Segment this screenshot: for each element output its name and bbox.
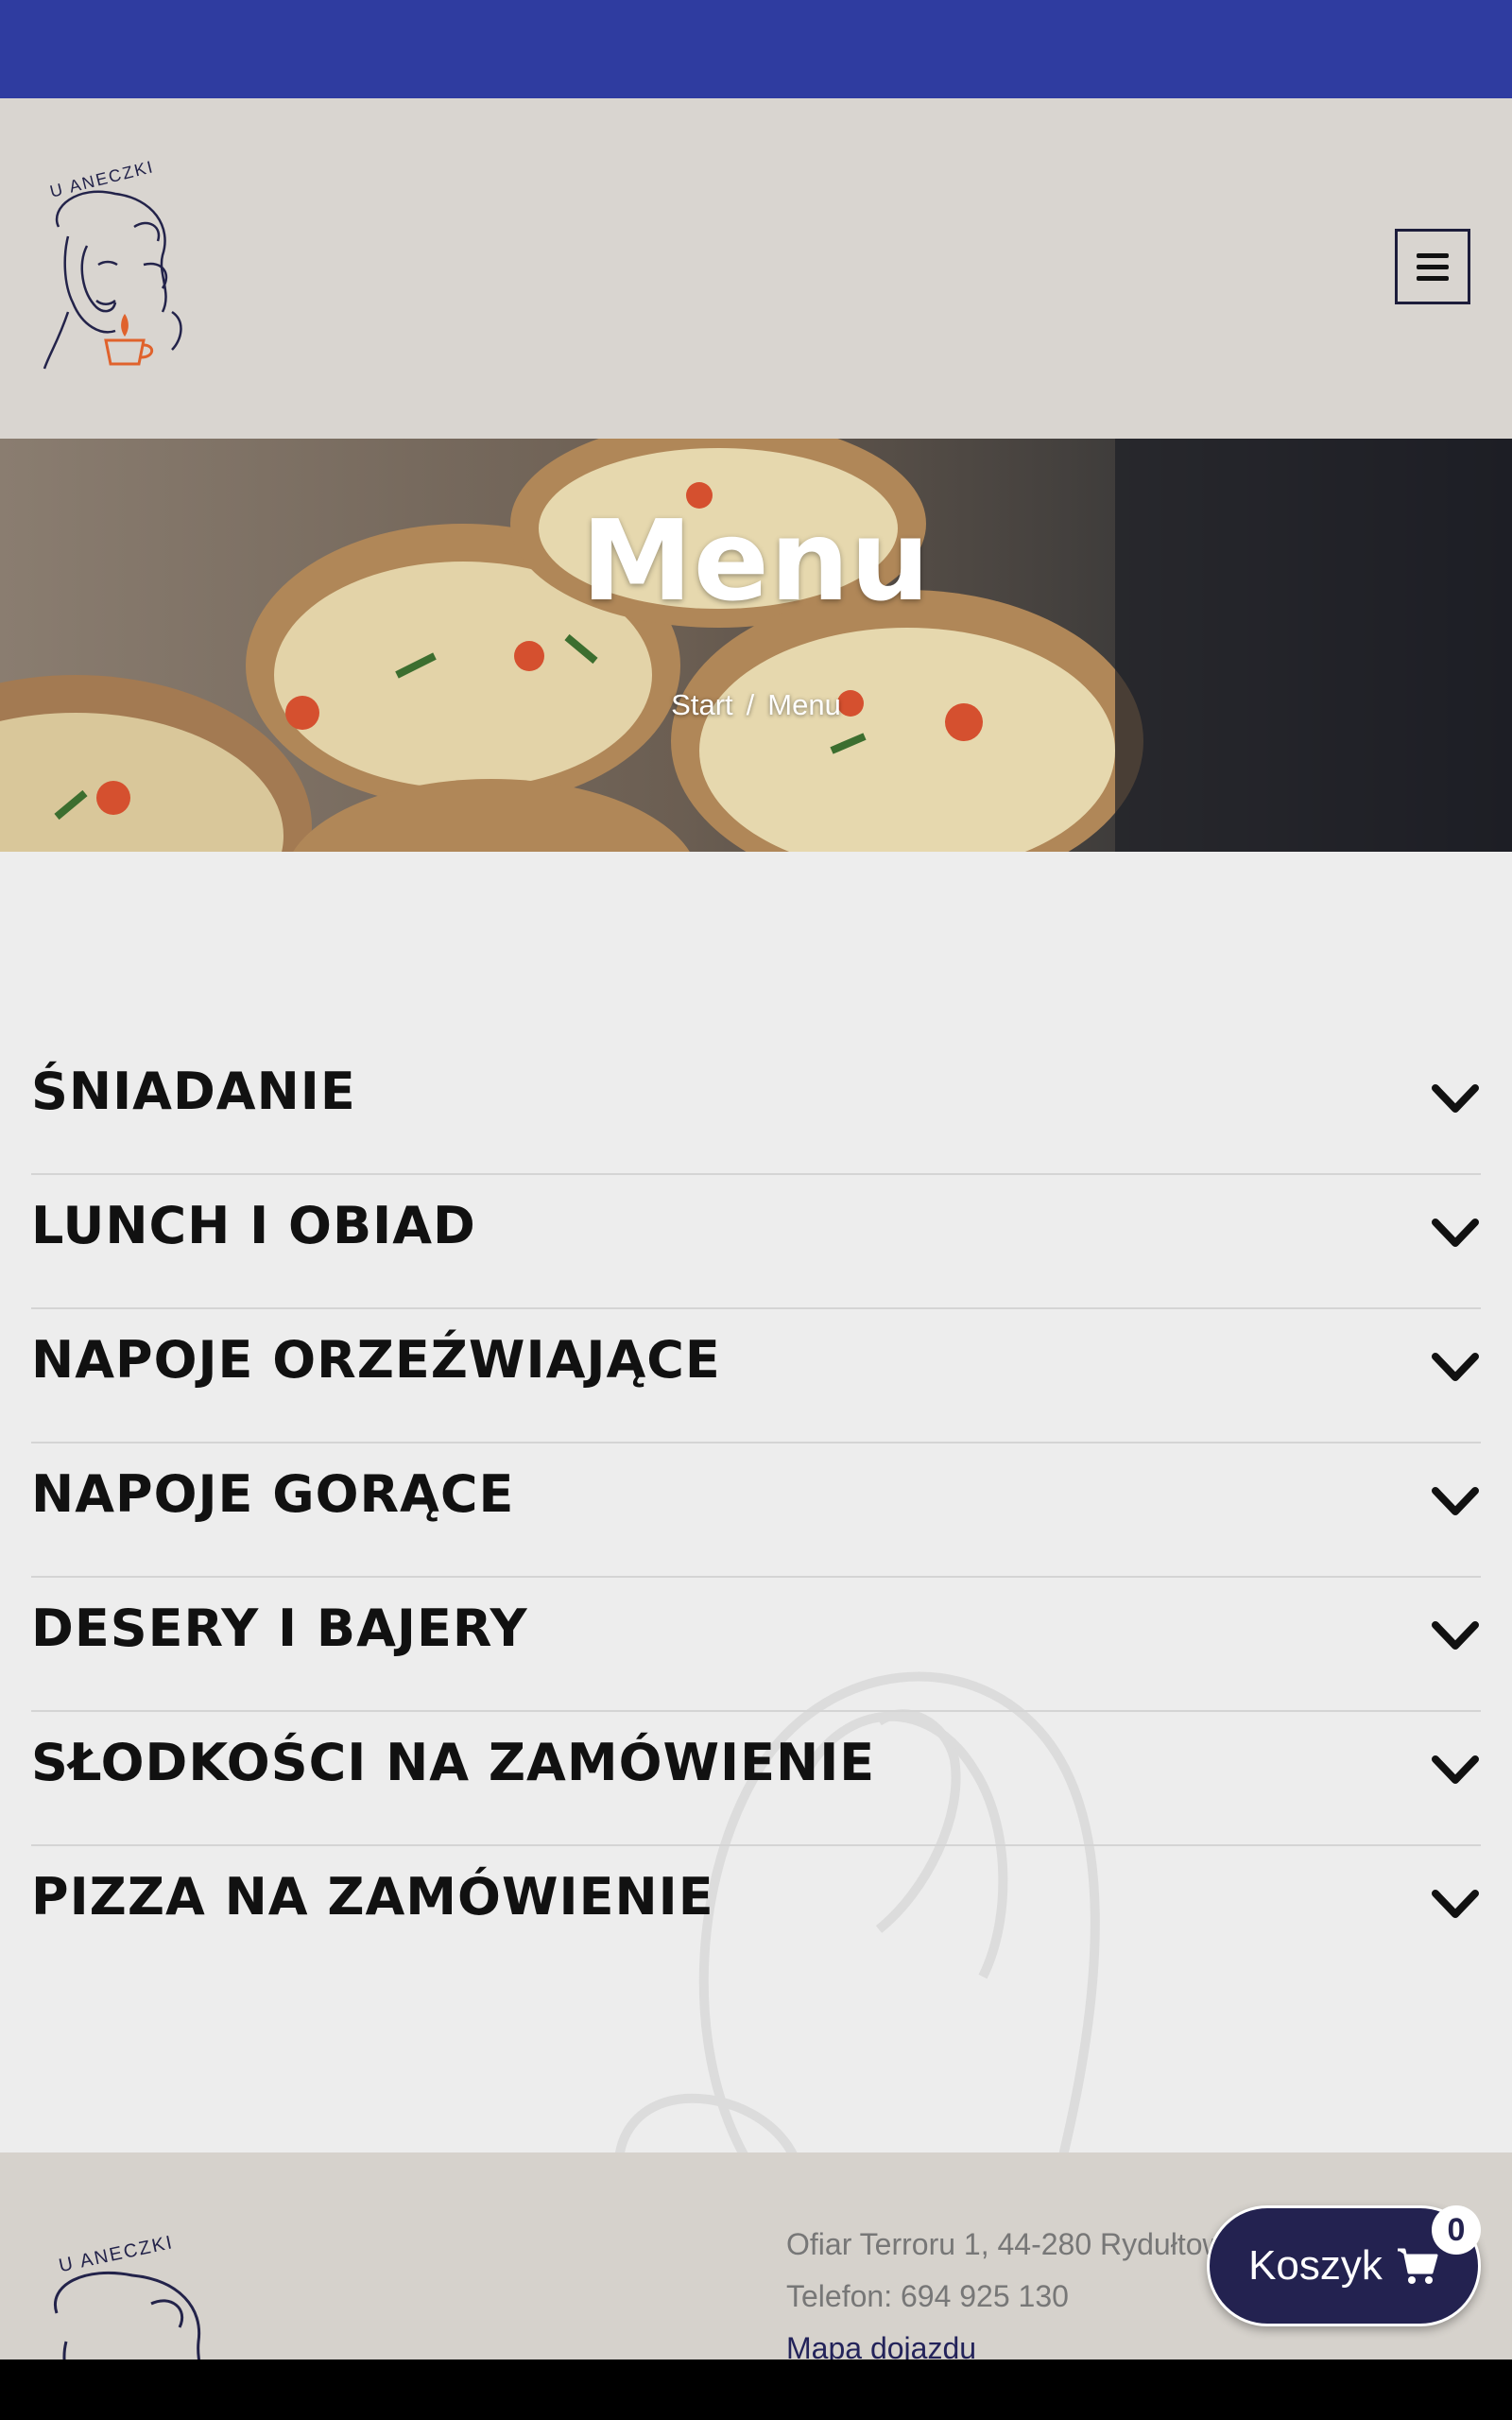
menu-category-sniadanie[interactable]: ŚNIADANIE (31, 1041, 1481, 1175)
chevron-down-icon (1432, 1487, 1479, 1515)
chevron-down-icon (1432, 1890, 1479, 1918)
category-label: DESERY I BAJERY (31, 1599, 528, 1658)
category-label: PIZZA NA ZAMÓWIENIE (31, 1867, 714, 1927)
menu-category-desery[interactable]: DESERY I BAJERY (31, 1578, 1481, 1712)
category-label: NAPOJE ORZEŹWIAJĄCE (31, 1330, 721, 1390)
breadcrumb-start-link[interactable]: Start (671, 688, 732, 721)
top-bar (0, 0, 1512, 98)
menu-section: ŚNIADANIE LUNCH I OBIAD NAPOJE ORZEŹWIAJ… (0, 852, 1512, 2152)
footer-logo-text: U ANECZKI (57, 2232, 175, 2276)
menu-category-napoje-gorace[interactable]: NAPOJE GORĄCE (31, 1443, 1481, 1578)
chevron-down-icon (1432, 1755, 1479, 1784)
bottom-bar (0, 2360, 1512, 2420)
site-header (0, 98, 1512, 439)
menu-category-slodkosci[interactable]: SŁODKOŚCI NA ZAMÓWIENIE (31, 1712, 1481, 1846)
menu-category-pizza[interactable]: PIZZA NA ZAMÓWIENIE (31, 1846, 1481, 1980)
menu-accordion: ŚNIADANIE LUNCH I OBIAD NAPOJE ORZEŹWIAJ… (31, 1041, 1481, 1980)
chevron-down-icon (1432, 1219, 1479, 1247)
footer-contact: Ofiar Terroru 1, 44-280 Rydułtowy Telefo… (786, 2219, 1240, 2360)
cart-label: Koszyk (1248, 2242, 1383, 2289)
category-label: NAPOJE GORĄCE (31, 1464, 515, 1524)
page-title: Menu (581, 495, 931, 626)
category-label: ŚNIADANIE (31, 1062, 356, 1121)
chevron-down-icon (1432, 1084, 1479, 1113)
hero-banner: Menu Start / Menu (0, 439, 1512, 852)
footer-address: Ofiar Terroru 1, 44-280 Rydułtowy (786, 2227, 1240, 2261)
category-label: LUNCH I OBIAD (31, 1196, 476, 1255)
breadcrumb-current: Menu (767, 688, 841, 721)
map-link[interactable]: Mapa dojazdu (786, 2331, 976, 2360)
footer-phone[interactable]: Telefon: 694 925 130 (786, 2271, 1240, 2323)
footer-logo[interactable]: U ANECZKI (38, 2219, 246, 2360)
hamburger-menu-button[interactable] (1395, 229, 1470, 304)
cart-count-badge: 0 (1432, 2205, 1481, 2255)
hamburger-icon (1417, 252, 1449, 258)
breadcrumb-separator: / (746, 688, 755, 721)
menu-category-napoje-orzezwiajace[interactable]: NAPOJE ORZEŹWIAJĄCE (31, 1309, 1481, 1443)
menu-category-lunch[interactable]: LUNCH I OBIAD (31, 1175, 1481, 1309)
site-logo[interactable]: U ANECZKI (30, 151, 210, 388)
category-label: SŁODKOŚCI NA ZAMÓWIENIE (31, 1733, 876, 1792)
chevron-down-icon (1432, 1621, 1479, 1650)
logo-text: U ANECZKI (48, 157, 157, 201)
cart-icon (1397, 2248, 1438, 2284)
breadcrumb: Start / Menu (0, 688, 1512, 722)
chevron-down-icon (1432, 1353, 1479, 1381)
